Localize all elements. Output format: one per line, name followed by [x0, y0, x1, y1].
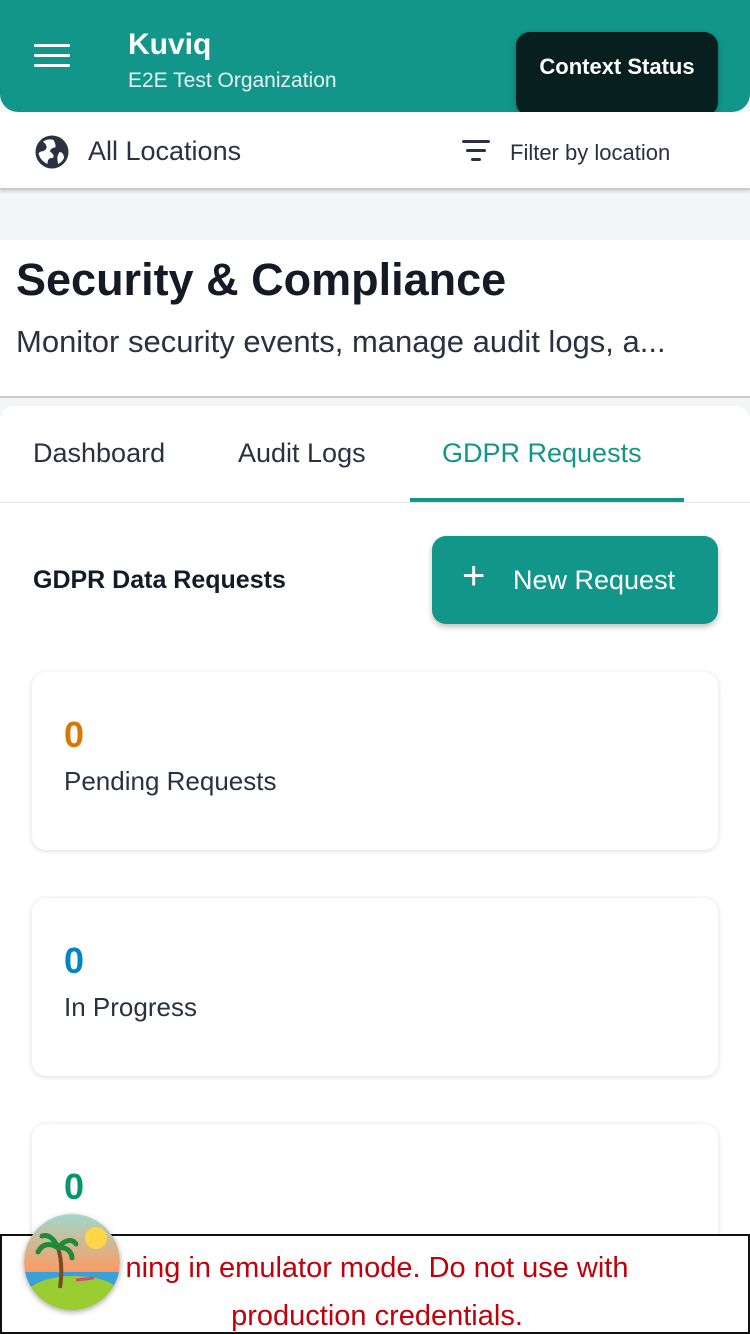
pending-requests-card: 0 Pending Requests	[32, 672, 718, 850]
in-progress-card: 0 In Progress	[32, 898, 718, 1076]
tab-dashboard[interactable]: Dashboard	[33, 438, 165, 469]
stat-label: Pending Requests	[64, 766, 277, 796]
page-title: Security & Compliance	[16, 254, 507, 305]
app-name: Kuviq	[128, 28, 212, 61]
banner-line-2: production credentials.	[231, 1300, 523, 1332]
section-title: GDPR Data Requests	[33, 566, 286, 594]
gdpr-panel: Dashboard Audit Logs GDPR Requests GDPR …	[0, 406, 750, 1334]
stat-label: In Progress	[64, 992, 197, 1022]
tab-audit-logs[interactable]: Audit Logs	[238, 438, 366, 469]
location-bar: All Locations Filter by location	[0, 112, 750, 190]
plus-icon: +	[462, 554, 486, 598]
context-status-tooltip: Context Status	[516, 32, 718, 116]
active-tab-indicator	[410, 498, 684, 502]
globe-icon	[35, 135, 69, 169]
tab-gdpr-requests[interactable]: GDPR Requests	[442, 438, 642, 469]
page-description: Monitor security events, manage audit lo…	[16, 324, 666, 359]
organization-name: E2E Test Organization	[128, 69, 337, 92]
stat-value: 0	[64, 1166, 85, 1207]
app-header: Kuviq E2E Test Organization Context Stat…	[0, 0, 750, 116]
new-request-label: New Request	[513, 565, 676, 595]
page-header: Security & Compliance Monitor security e…	[0, 240, 750, 398]
tab-bar: Dashboard Audit Logs GDPR Requests	[0, 406, 750, 503]
hamburger-icon[interactable]	[34, 44, 70, 68]
new-request-button[interactable]: + New Request	[432, 536, 718, 624]
location-selector[interactable]: All Locations	[88, 136, 241, 167]
beach-island-icon[interactable]	[24, 1214, 120, 1310]
stat-value: 0	[64, 714, 85, 755]
filter-by-location-button[interactable]: Filter by location	[510, 140, 670, 166]
stat-value: 0	[64, 940, 85, 981]
filter-icon[interactable]	[460, 140, 492, 164]
